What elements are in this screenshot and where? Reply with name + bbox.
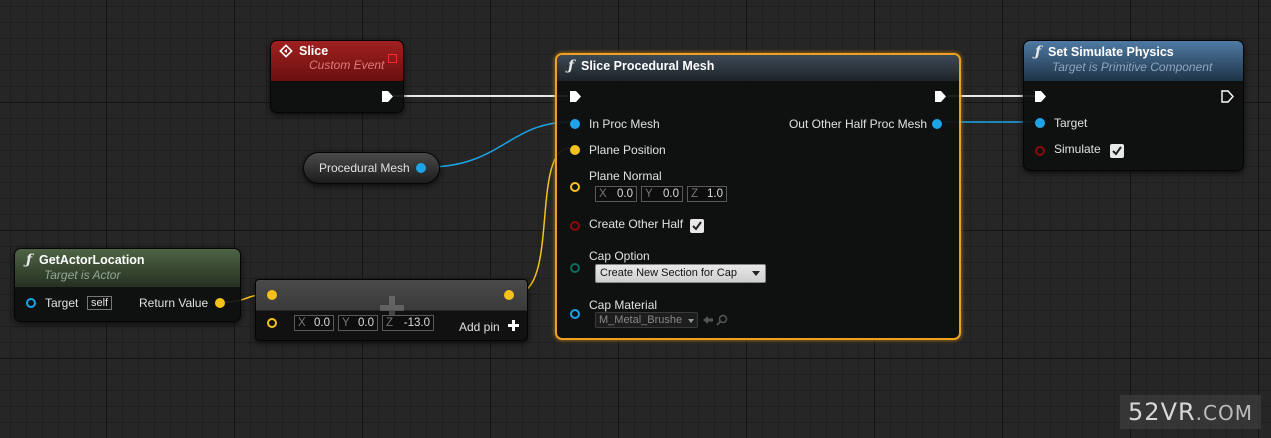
slice-procedural-mesh-header[interactable]: ƒ Slice Procedural Mesh — [557, 55, 959, 81]
chevron-down-icon — [688, 319, 694, 323]
get-actor-location-return-pin[interactable] — [215, 298, 225, 308]
set-simulate-target-label: Target — [1054, 116, 1088, 130]
cap-material-asset-picker[interactable]: M_Metal_Brushe — [595, 312, 698, 328]
set-simulate-physics-subtitle: Target is Primitive Component — [1052, 60, 1213, 74]
out-other-half-label: Out Other Half Proc Mesh — [788, 117, 927, 131]
function-icon: ƒ — [25, 252, 33, 268]
cap-option-label: Cap Option — [589, 249, 650, 263]
slice-event-header[interactable]: Slice Custom Event — [271, 41, 403, 81]
plane-normal-x-field[interactable]: X 0.0 — [595, 186, 637, 202]
add-pin-label[interactable]: Add pin — [459, 320, 500, 334]
slice-procedural-mesh-title: Slice Procedural Mesh — [581, 59, 715, 73]
set-simulate-physics-node[interactable]: ƒ Set Simulate Physics Target is Primitiv… — [1023, 40, 1244, 171]
chevron-down-icon — [752, 271, 760, 276]
set-simulate-target-pin[interactable] — [1035, 118, 1045, 128]
procedural-mesh-output-pin[interactable] — [416, 163, 426, 173]
object-wire-mesh-to-in-proc — [427, 121, 571, 168]
cap-material-label: Cap Material — [589, 298, 658, 312]
procedural-mesh-variable-label: Procedural Mesh — [319, 161, 410, 175]
create-other-half-label: Create Other Half — [589, 217, 684, 231]
add-b-x-field[interactable]: X 0.0 — [294, 315, 334, 331]
procedural-mesh-variable-node[interactable]: Procedural Mesh — [303, 152, 440, 184]
set-simulate-exec-in-pin[interactable] — [1034, 90, 1047, 103]
checkmark-icon — [692, 221, 702, 231]
get-actor-location-target-label: Target — [45, 296, 79, 310]
slice-mesh-exec-in-pin[interactable] — [569, 90, 582, 103]
get-actor-location-self-field[interactable]: self — [87, 296, 113, 310]
cap-option-pin[interactable] — [570, 263, 580, 273]
checkmark-icon — [1112, 146, 1122, 156]
out-other-half-pin[interactable] — [932, 119, 942, 129]
plane-normal-pin[interactable] — [570, 182, 580, 192]
add-input-a-pin[interactable] — [267, 290, 277, 300]
set-simulate-physics-header[interactable]: ƒ Set Simulate Physics Target is Primitiv… — [1024, 41, 1243, 81]
get-actor-location-header[interactable]: ƒ GetActorLocation Target is Actor — [15, 249, 240, 287]
slice-mesh-exec-out-pin[interactable] — [934, 90, 947, 103]
vector-add-node[interactable]: X 0.0 Y 0.0 Z -13.0 Add pin — [255, 279, 528, 341]
add-b-y-field[interactable]: Y 0.0 — [338, 315, 378, 331]
create-other-half-checkbox[interactable] — [690, 219, 704, 233]
get-actor-location-target-pin[interactable] — [26, 298, 36, 308]
add-input-b-pin[interactable] — [267, 318, 277, 328]
plane-normal-z-field[interactable]: Z 1.0 — [687, 186, 727, 202]
add-output-pin[interactable] — [504, 290, 514, 300]
event-diamond-icon — [279, 44, 293, 58]
set-simulate-physics-title: Set Simulate Physics — [1048, 45, 1174, 59]
event-delegate-square-icon — [388, 54, 397, 63]
set-simulate-exec-out-pin[interactable] — [1221, 90, 1234, 103]
cap-option-dropdown[interactable]: Create New Section for Cap — [595, 264, 766, 283]
slice-event-exec-out-pin[interactable] — [381, 90, 394, 103]
plane-position-label: Plane Position — [589, 143, 666, 157]
plane-position-pin[interactable] — [570, 145, 580, 155]
cap-option-value: Create New Section for Cap — [600, 267, 737, 279]
plane-normal-y-field[interactable]: Y 0.0 — [641, 186, 683, 202]
slice-event-title: Slice — [299, 44, 329, 58]
cap-material-pin[interactable] — [570, 309, 580, 319]
in-proc-mesh-label: In Proc Mesh — [589, 117, 660, 131]
site-watermark: 52VR.COM — [1120, 395, 1261, 429]
function-icon: ƒ — [567, 58, 575, 74]
add-pin-plus-icon[interactable] — [508, 320, 519, 331]
set-simulate-simulate-pin[interactable] — [1035, 146, 1045, 156]
watermark-main: 52VR — [1128, 398, 1196, 426]
get-actor-location-title: GetActorLocation — [39, 253, 145, 267]
slice-procedural-mesh-node[interactable]: ƒ Slice Procedural Mesh In Proc Mesh Out … — [555, 53, 961, 340]
watermark-domain: .COM — [1195, 401, 1253, 425]
browse-search-icon[interactable] — [716, 314, 728, 326]
set-simulate-checkbox[interactable] — [1110, 144, 1124, 158]
use-selected-arrow-icon[interactable] — [702, 314, 714, 326]
get-actor-location-return-label: Return Value — [139, 296, 209, 310]
cap-material-value: M_Metal_Brushe — [599, 314, 683, 326]
in-proc-mesh-pin[interactable] — [570, 119, 580, 129]
add-b-z-field[interactable]: Z -13.0 — [382, 315, 434, 331]
slice-event-node[interactable]: Slice Custom Event — [270, 40, 404, 113]
plane-normal-label: Plane Normal — [589, 169, 662, 183]
create-other-half-pin[interactable] — [570, 221, 580, 231]
get-actor-location-subtitle: Target is Actor — [44, 268, 121, 282]
set-simulate-simulate-label: Simulate — [1054, 142, 1101, 156]
get-actor-location-node[interactable]: ƒ GetActorLocation Target is Actor Target… — [14, 248, 241, 322]
function-icon: ƒ — [1034, 44, 1042, 60]
